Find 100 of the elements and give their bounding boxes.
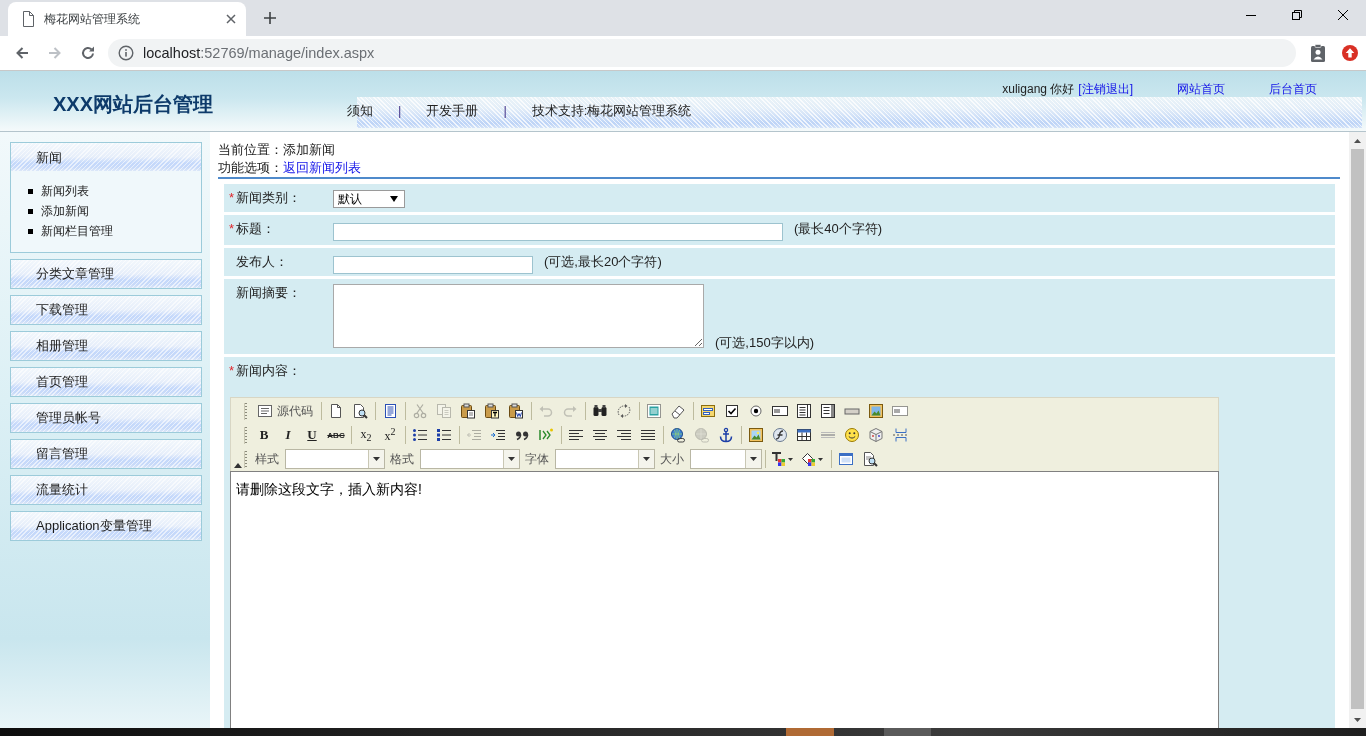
- bullet-icon: [28, 188, 33, 194]
- page-icon: [22, 11, 34, 27]
- sidebar-item[interactable]: 分类文章管理: [10, 259, 202, 289]
- sidebar-item[interactable]: 留言管理: [10, 439, 202, 469]
- maximize-window-icon: [838, 451, 854, 467]
- back-to-list-link[interactable]: 返回新闻列表: [283, 159, 361, 177]
- page-magnifier-icon: [862, 451, 878, 467]
- globe-unlink-icon: [694, 427, 710, 443]
- combo-field[interactable]: [285, 449, 385, 469]
- scroll-up-icon[interactable]: [1354, 138, 1361, 143]
- page-magnifier-icon: [352, 403, 368, 419]
- anchor-icon: [718, 427, 734, 443]
- toolbar-grip[interactable]: [244, 402, 247, 420]
- combo-label: 大小: [660, 451, 684, 468]
- nav-link[interactable]: 开发手册: [426, 103, 479, 118]
- list-box-icon: [820, 403, 836, 419]
- scissors-icon: [412, 403, 428, 419]
- superscript-button[interactable]: x$^{2}$: [379, 424, 401, 446]
- sidebar-item[interactable]: 流量统计: [10, 475, 202, 505]
- binoculars-icon: [592, 403, 608, 419]
- caret-icon: [643, 457, 650, 461]
- align-right-icon: [616, 427, 632, 443]
- sidebar-item[interactable]: 首页管理: [10, 367, 202, 397]
- header-link[interactable]: 网站首页: [1177, 82, 1225, 96]
- combo-label: 样式: [255, 451, 279, 468]
- combo-label: 格式: [390, 451, 414, 468]
- clipboard-person-icon: [1310, 44, 1326, 62]
- logout-link[interactable]: [注销退出]: [1078, 82, 1133, 96]
- clipboard-word-icon: [508, 403, 524, 419]
- checkbox-icon: [724, 403, 740, 419]
- browser-tab[interactable]: 梅花网站管理系统: [8, 2, 246, 36]
- required-asterisk: *: [229, 362, 236, 380]
- combo-field[interactable]: [690, 449, 762, 469]
- caret-icon: [373, 457, 380, 461]
- field-label: 新闻类别：: [236, 189, 301, 207]
- sidebar-item[interactable]: 新闻: [10, 142, 202, 171]
- combo-field[interactable]: [420, 449, 520, 469]
- field-label: 标题：: [236, 220, 275, 238]
- globe-link-icon: [670, 427, 686, 443]
- radio-icon: [748, 403, 764, 419]
- page-break-icon: [892, 427, 908, 443]
- close-icon: [226, 14, 236, 24]
- location-label: 当前位置：: [218, 141, 283, 159]
- required-asterisk: *: [229, 220, 236, 238]
- toolbar-grip[interactable]: [244, 426, 247, 444]
- form-icon: [700, 403, 716, 419]
- copy-icon: [436, 403, 452, 419]
- field-label: 发布人：: [236, 253, 288, 271]
- caret-icon: [508, 457, 515, 461]
- source-button[interactable]: 源代码: [253, 400, 317, 422]
- bulleted-list-icon: [436, 427, 452, 443]
- plus-icon: [264, 12, 276, 24]
- text-field[interactable]: [333, 223, 783, 241]
- up-arrow-circle-icon: [1341, 44, 1359, 62]
- undo-arrow-icon: [538, 403, 554, 419]
- sidebar-item[interactable]: 管理员帐号: [10, 403, 202, 433]
- dashed-field-icon: [892, 403, 908, 419]
- strikethrough-button[interactable]: ABC: [325, 424, 347, 446]
- div-container-icon: [538, 427, 554, 443]
- forward-arrow-icon: [46, 45, 63, 61]
- underline-button[interactable]: U: [301, 424, 323, 446]
- numbered-list-icon: [412, 427, 428, 443]
- hint-text: (可选,最长20个字符): [544, 253, 662, 271]
- scroll-down-icon[interactable]: [1354, 717, 1361, 722]
- user-greeting: xuligang 你好: [1002, 82, 1075, 96]
- bullet-icon: [28, 208, 33, 214]
- italic-button[interactable]: I: [277, 424, 299, 446]
- combo-field[interactable]: [555, 449, 655, 469]
- field-label: 新闻摘要：: [236, 284, 301, 302]
- bold-button[interactable]: B: [253, 424, 275, 446]
- header-link[interactable]: 后台首页: [1269, 82, 1317, 96]
- toolbar-grip[interactable]: [244, 450, 247, 468]
- subscript-button[interactable]: x$_{2}$: [355, 424, 377, 446]
- flash-icon: [772, 427, 788, 443]
- close-icon: [1338, 9, 1348, 20]
- text-lines-icon: [257, 403, 273, 419]
- scrollbar[interactable]: [1349, 132, 1366, 728]
- nav-link[interactable]: 技术支持:梅花网站管理系统: [531, 103, 692, 118]
- lined-page-icon: [382, 403, 398, 419]
- submenu-link[interactable]: 新闻列表: [41, 182, 89, 200]
- sidebar-item[interactable]: 下载管理: [10, 295, 202, 325]
- new-tab-button[interactable]: [263, 11, 277, 25]
- url-text: localhost:52769/manage/index.aspx: [143, 45, 375, 61]
- submenu-link[interactable]: 添加新闻: [41, 202, 89, 220]
- select-field[interactable]: 默认: [333, 190, 405, 208]
- sidebar-item[interactable]: Application变量管理: [10, 511, 202, 541]
- address-bar[interactable]: localhost:52769/manage/index.aspx: [108, 39, 1296, 67]
- submenu-link[interactable]: 新闻栏目管理: [41, 222, 113, 240]
- sidebar-item[interactable]: 相册管理: [10, 331, 202, 361]
- editor-content[interactable]: 请删除这段文字，插入新内容!: [230, 471, 1219, 728]
- text-field[interactable]: [333, 256, 533, 274]
- collapse-arrow-icon[interactable]: [233, 463, 242, 468]
- paint-bucket-icon: [801, 451, 825, 467]
- align-left-icon: [568, 427, 584, 443]
- location-value: 添加新闻: [283, 141, 335, 159]
- field-label: 新闻内容：: [236, 362, 301, 380]
- text-color-icon: [771, 451, 795, 467]
- picture-icon: [748, 427, 764, 443]
- scrollbar-thumb[interactable]: [1351, 149, 1364, 709]
- nav-link[interactable]: 须知: [347, 103, 373, 118]
